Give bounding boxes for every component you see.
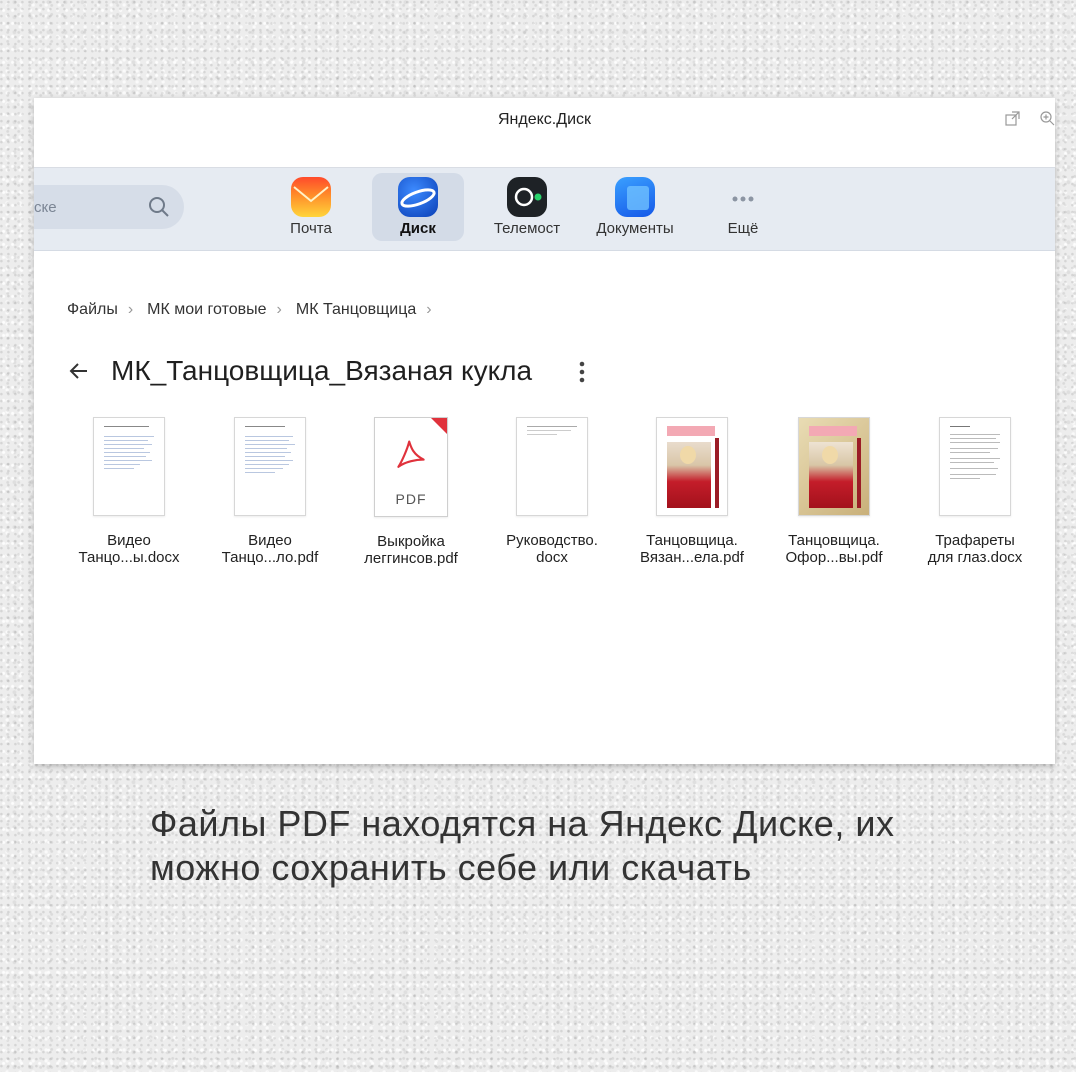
app-documents-label: Документы [596,220,674,237]
breadcrumb-item-mk-ready[interactable]: МК мои готовые [147,301,266,318]
file-item[interactable]: Руководство. docx [487,417,617,566]
file-name: Руководство. docx [506,532,598,566]
chevron-right-icon: › [127,301,134,318]
app-more[interactable]: Ещё [697,173,789,241]
browser-window: Яндекс.Диск ске Почта Диск Телемост Доку… [34,98,1055,764]
acrobat-logo-icon [397,440,425,468]
disk-icon [398,177,438,217]
doc-thumbnail [516,417,588,516]
search-placeholder: ске [34,199,57,216]
more-dots-icon [723,177,763,217]
open-external-icon[interactable] [1005,110,1021,126]
file-item[interactable]: PDF Выкройка леггинсов.pdf [346,417,476,567]
app-disk-label: Диск [400,220,436,237]
title-bar: Яндекс.Диск [34,98,1055,168]
file-name: Выкройка леггинсов.pdf [364,533,458,567]
zoom-in-icon[interactable] [1039,110,1055,126]
file-item[interactable]: Видео Танцо...ы.docx [64,417,194,566]
back-arrow-icon[interactable] [67,359,91,383]
doc-thumbnail [939,417,1011,516]
app-mail-label: Почта [290,220,332,237]
app-telemost-label: Телемост [493,220,561,237]
pdf-file-icon: PDF [374,417,448,517]
breadcrumb: Файлы › МК мои готовые › МК Танцовщица › [67,301,446,319]
mail-icon [291,177,331,217]
app-documents[interactable]: Документы [588,173,682,241]
file-name: Танцовщица. Офор...вы.pdf [785,532,883,566]
file-item[interactable]: Танцовщица. Офор...вы.pdf [769,417,899,566]
breadcrumb-item-mk-dancer[interactable]: МК Танцовщица [296,301,416,318]
yandex-app-bar: ске Почта Диск Телемост Документы Ещё [34,168,1055,251]
file-item[interactable]: Видео Танцо...ло.pdf [205,417,335,566]
doc-thumbnail [234,417,306,516]
kebab-menu-icon[interactable] [575,359,589,385]
documents-icon [615,177,655,217]
photo-thumbnail [798,417,870,516]
file-item[interactable]: Трафареты для глаз.docx [910,417,1040,566]
app-telemost[interactable]: Телемост [481,173,573,241]
file-name: Трафареты для глаз.docx [927,532,1023,566]
file-name: Видео Танцо...ы.docx [78,532,180,566]
window-title: Яндекс.Диск [497,111,592,128]
pdf-badge: PDF [395,491,427,507]
photo-thumbnail [656,417,728,516]
chevron-right-icon: › [426,301,432,318]
app-mail[interactable]: Почта [265,173,357,241]
telemost-icon [507,177,547,217]
search-icon[interactable] [148,196,170,218]
app-more-label: Ещё [727,220,759,237]
doc-thumbnail [93,417,165,516]
file-name: Танцовщица. Вязан...ела.pdf [640,532,744,566]
folder-title: МК_Танцовщица_Вязаная кукла [111,355,533,386]
app-disk[interactable]: Диск [372,173,464,241]
chevron-right-icon: › [276,301,282,318]
file-item[interactable]: Танцовщица. Вязан...ела.pdf [627,417,757,566]
caption-text: Файлы PDF находятся на Яндекс Диске, их … [150,803,895,888]
file-name: Видео Танцо...ло.pdf [221,532,319,566]
breadcrumb-item-files[interactable]: Файлы [67,301,118,318]
search-field[interactable]: ске [34,185,184,229]
